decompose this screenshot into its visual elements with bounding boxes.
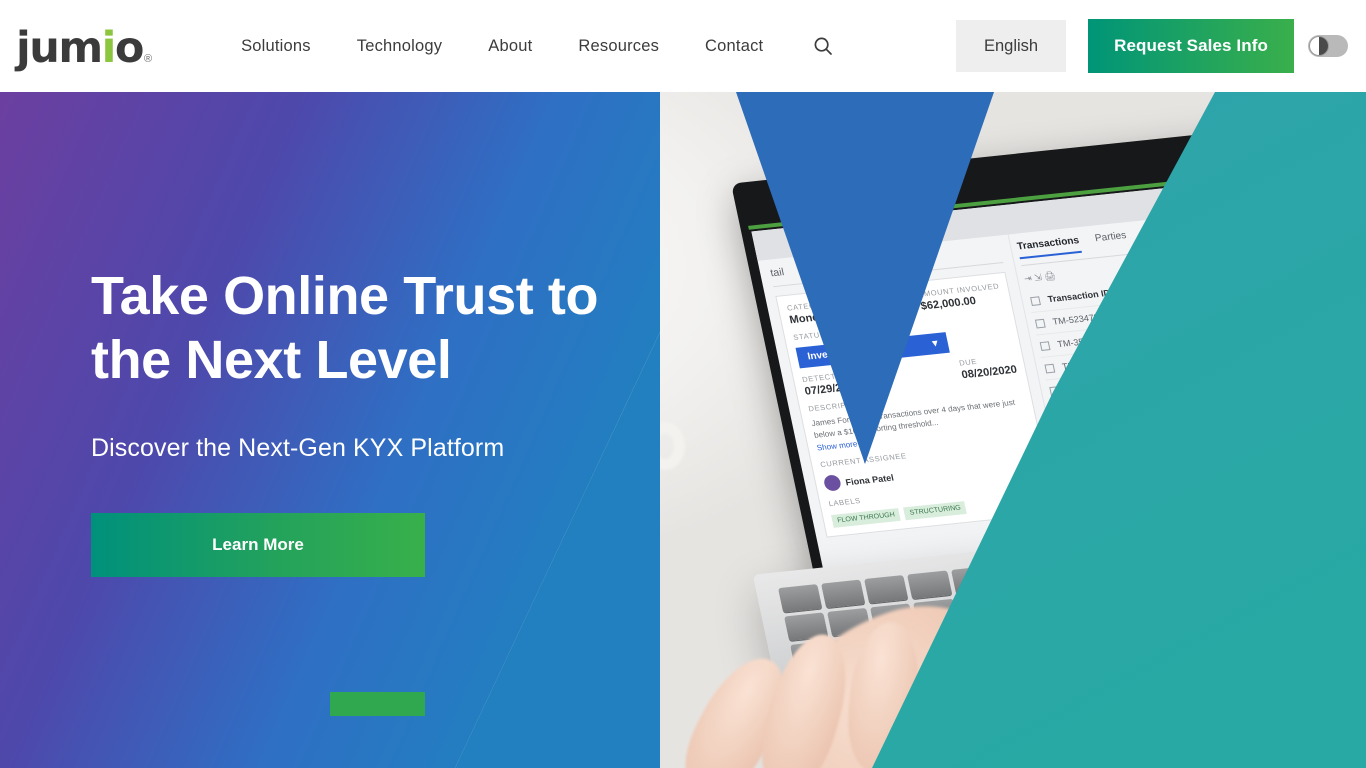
nav-item-about[interactable]: About (465, 37, 555, 56)
search-button[interactable] (808, 31, 838, 61)
dark-mode-toggle[interactable] (1308, 35, 1348, 57)
nav-item-resources[interactable]: Resources (555, 37, 682, 56)
language-selector[interactable]: English (955, 20, 1067, 72)
registered-mark: ® (143, 53, 153, 65)
hero-geometric-overlay (0, 92, 1366, 768)
header-actions: English Request Sales Info (955, 19, 1366, 73)
hero-section: 00345 tail Comments Timeline (0, 92, 1366, 768)
jumio-logo[interactable]: jumio ® (16, 23, 153, 74)
request-sales-info-button[interactable]: Request Sales Info (1088, 19, 1294, 73)
search-icon (814, 37, 833, 55)
nav-item-contact[interactable]: Contact (682, 37, 786, 56)
shape-green-accent (330, 692, 425, 716)
site-header: jumio ® Solutions Technology About Resou… (0, 0, 1366, 92)
learn-more-button[interactable]: Learn More (91, 512, 425, 577)
half-circle-contrast-icon (1309, 36, 1329, 56)
nav-item-solutions[interactable]: Solutions (218, 37, 334, 56)
main-navigation: Solutions Technology About Resources Con… (218, 31, 838, 61)
logo-wordmark: jumio (16, 23, 144, 74)
shape-blue-triangle (736, 92, 994, 464)
nav-item-technology[interactable]: Technology (334, 37, 465, 56)
